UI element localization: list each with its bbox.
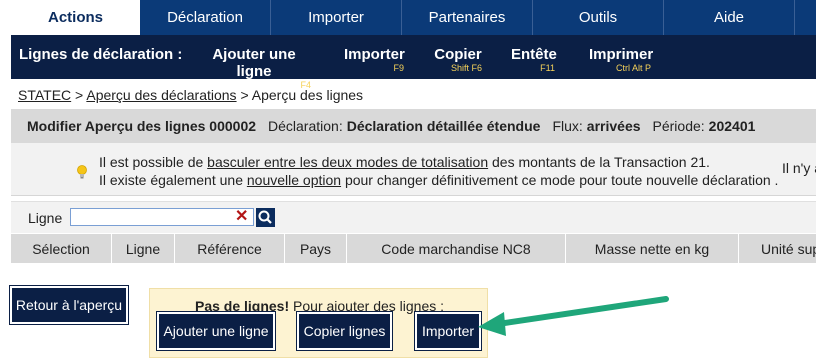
back-to-overview-button[interactable]: Retour à l'aperçu bbox=[9, 285, 129, 325]
column-header-line[interactable]: Ligne bbox=[112, 234, 175, 263]
column-header-country[interactable]: Pays bbox=[285, 234, 347, 263]
line-filter-label: Ligne bbox=[28, 210, 63, 226]
info-text: des montants de la Transaction 21. bbox=[488, 154, 710, 170]
clear-icon[interactable]: ✕ bbox=[235, 206, 248, 226]
copy-action[interactable]: Copier Shift F6 bbox=[434, 35, 482, 73]
breadcrumb-home-link[interactable]: STATEC bbox=[18, 87, 71, 103]
column-header-supp-unit[interactable]: Unité sup bbox=[739, 234, 816, 263]
print-action[interactable]: Imprimer Ctrl Alt P bbox=[589, 35, 654, 73]
flux-label: Flux: bbox=[552, 118, 583, 134]
periode-value: 202401 bbox=[708, 118, 756, 134]
column-header-net-mass[interactable]: Masse nette en kg bbox=[566, 234, 739, 263]
line-filter-input[interactable] bbox=[70, 208, 254, 226]
filter-row: Ligne ✕ bbox=[11, 201, 816, 233]
info-text: pour changer définitivement ce mode pour… bbox=[341, 172, 779, 188]
copy-lines-button[interactable]: Copier lignes bbox=[296, 311, 393, 351]
breadcrumb: STATEC > Aperçu des déclarations > Aperç… bbox=[18, 87, 363, 103]
info-line-2: Il existe également une nouvelle option … bbox=[99, 172, 778, 188]
page-title-bar: Modifier Aperçu des lignes 000002 Déclar… bbox=[11, 109, 816, 143]
search-button[interactable] bbox=[256, 208, 275, 227]
import-label: Importer bbox=[344, 46, 405, 63]
top-navigation: Actions Déclaration Importer Partenaires… bbox=[11, 0, 816, 35]
tab-declaration[interactable]: Déclaration bbox=[140, 0, 271, 35]
tab-partenaires[interactable]: Partenaires bbox=[402, 0, 533, 35]
info-line-1: Il est possible de basculer entre les de… bbox=[99, 154, 710, 170]
breadcrumb-separator: > bbox=[75, 87, 84, 103]
column-header-selection[interactable]: Sélection bbox=[11, 234, 112, 263]
print-label: Imprimer bbox=[589, 46, 654, 63]
declaration-label: Déclaration: bbox=[268, 118, 343, 134]
action-bar-title: Lignes de déclaration : bbox=[19, 46, 183, 63]
breadcrumb-separator: > bbox=[240, 87, 249, 103]
lightbulb-icon bbox=[77, 165, 87, 179]
page-title: Modifier Aperçu des lignes 000002 bbox=[27, 118, 257, 134]
breadcrumb-declarations-link[interactable]: Aperçu des déclarations bbox=[86, 87, 236, 103]
column-header-nc8-code[interactable]: Code marchandise NC8 bbox=[347, 234, 566, 263]
declaration-value: Déclaration détaillée étendue bbox=[346, 118, 541, 134]
periode-label: Période: bbox=[652, 118, 705, 134]
breadcrumb-current: Aperçu des lignes bbox=[251, 87, 364, 103]
info-box: Il est possible de basculer entre les de… bbox=[11, 143, 816, 196]
print-shortcut: Ctrl Alt P bbox=[615, 63, 651, 73]
search-icon bbox=[258, 210, 272, 224]
toggle-totalization-link[interactable]: basculer entre les deux modes de totalis… bbox=[207, 154, 488, 170]
add-line-button[interactable]: Ajouter une ligne bbox=[156, 311, 276, 351]
import-action[interactable]: Importer F9 bbox=[344, 35, 405, 73]
table-header: Sélection Ligne Référence Pays Code marc… bbox=[11, 234, 816, 263]
header-action[interactable]: Entête F11 bbox=[511, 35, 557, 73]
header-shortcut: F11 bbox=[540, 63, 555, 73]
tab-importer[interactable]: Importer bbox=[271, 0, 402, 35]
new-option-link[interactable]: nouvelle option bbox=[247, 172, 341, 188]
tab-aide[interactable]: Aide bbox=[664, 0, 795, 35]
copy-shortcut: Shift F6 bbox=[450, 63, 482, 73]
flux-value: arrivées bbox=[586, 118, 641, 134]
action-bar: Lignes de déclaration : Ajouter une lign… bbox=[11, 35, 816, 90]
add-line-label: Ajouter une ligne bbox=[212, 46, 296, 80]
column-header-reference[interactable]: Référence bbox=[175, 234, 285, 263]
copy-label: Copier bbox=[434, 46, 482, 63]
info-right-text: Il n'y a bbox=[782, 160, 816, 176]
info-text: Il existe également une bbox=[99, 172, 247, 188]
tab-outils[interactable]: Outils bbox=[533, 0, 664, 35]
annotation-arrow-icon bbox=[478, 296, 669, 336]
import-shortcut: F9 bbox=[393, 63, 404, 73]
tab-overflow bbox=[795, 0, 816, 35]
tab-actions[interactable]: Actions bbox=[11, 0, 140, 35]
add-line-action[interactable]: Ajouter une ligne F4 bbox=[197, 35, 311, 90]
header-label: Entête bbox=[511, 46, 557, 63]
info-text: Il est possible de bbox=[99, 154, 208, 170]
